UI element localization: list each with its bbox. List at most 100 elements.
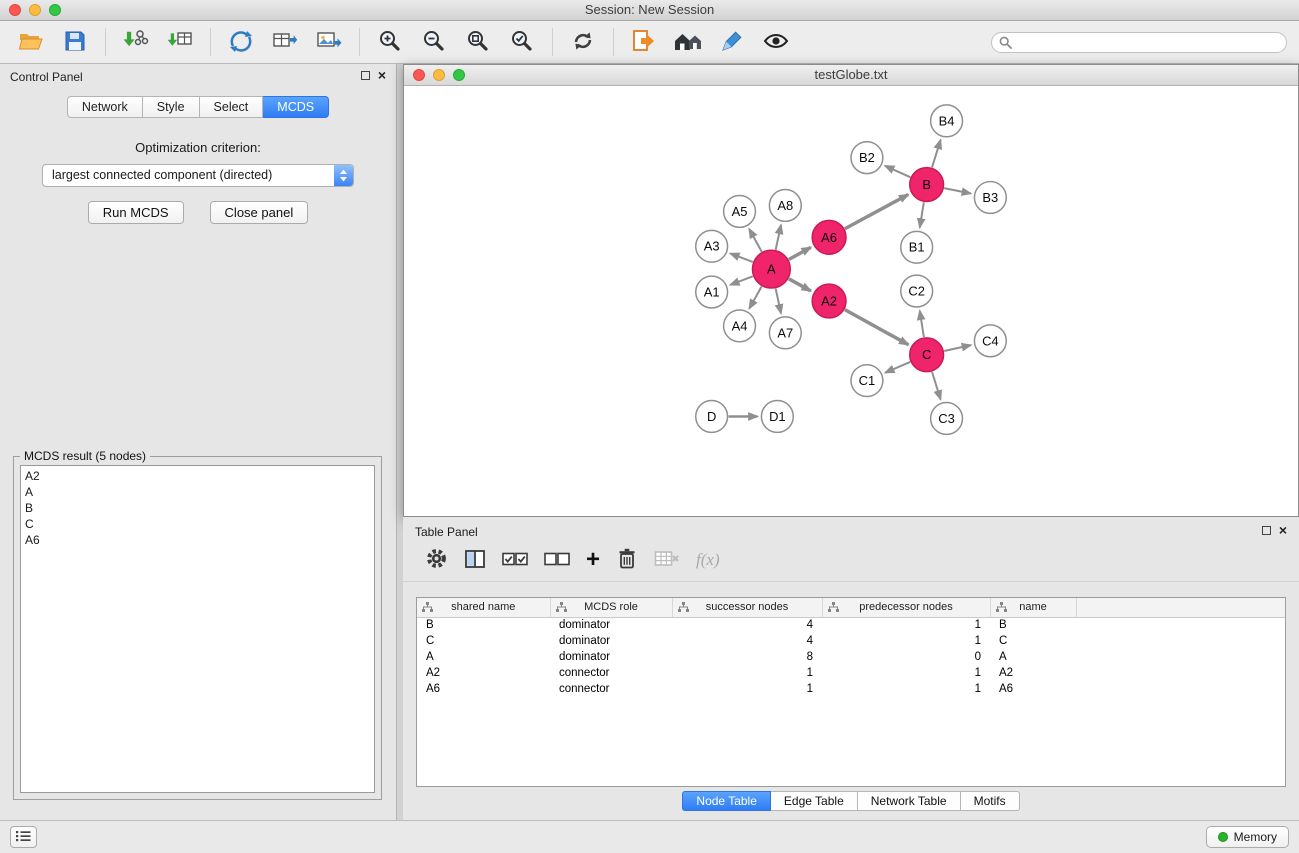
edge-C-C4[interactable] xyxy=(944,345,971,351)
table-cell[interactable]: 1 xyxy=(672,665,822,681)
network-graph[interactable]: AA6A2BCA5A8A3A1A4A7B2B4B3B1C2C1C4C3DD1 xyxy=(404,87,1298,516)
node-B1[interactable]: B1 xyxy=(901,231,933,263)
minimize-window-button[interactable] xyxy=(29,4,41,16)
node-B3[interactable]: B3 xyxy=(974,182,1006,214)
node-A6[interactable]: A6 xyxy=(812,220,846,254)
mcds-result-item[interactable]: A6 xyxy=(21,532,374,548)
tab-select[interactable]: Select xyxy=(200,96,264,118)
edge-A-A7[interactable] xyxy=(776,289,781,314)
close-panel-icon[interactable]: × xyxy=(1279,525,1287,535)
close-window-button[interactable] xyxy=(9,4,21,16)
node-B4[interactable]: B4 xyxy=(931,105,963,137)
optimization-criterion-select[interactable]: largest connected component (directed) xyxy=(42,164,354,187)
import-table-button[interactable] xyxy=(161,24,199,60)
function-builder-button[interactable]: f(x) xyxy=(696,547,720,573)
edge-C-C1[interactable] xyxy=(885,362,910,373)
select-all-button[interactable] xyxy=(502,547,528,573)
new-network-button[interactable] xyxy=(222,24,260,60)
network-window-titlebar[interactable]: testGlobe.txt xyxy=(404,65,1298,86)
network-zoom-button[interactable] xyxy=(453,69,465,81)
open-document-button[interactable] xyxy=(625,24,663,60)
edge-C-C3[interactable] xyxy=(932,372,941,400)
edge-A-A8[interactable] xyxy=(776,225,781,250)
home-button[interactable] xyxy=(669,24,707,60)
table-cell[interactable]: 1 xyxy=(822,617,990,633)
tab-edge-table[interactable]: Edge Table xyxy=(771,791,858,811)
network-minimize-button[interactable] xyxy=(433,69,445,81)
table-cell[interactable]: connector xyxy=(550,665,672,681)
table-row[interactable]: A2connector11A2 xyxy=(417,665,1285,681)
node-D1[interactable]: D1 xyxy=(761,401,793,433)
edge-A-A5[interactable] xyxy=(749,229,762,252)
column-header-predecessor-nodes[interactable]: predecessor nodes xyxy=(822,598,990,617)
table-cell[interactable]: 0 xyxy=(822,649,990,665)
tab-mcds[interactable]: MCDS xyxy=(263,96,329,118)
float-panel-icon[interactable] xyxy=(1262,526,1271,535)
table-settings-button[interactable] xyxy=(425,547,448,573)
table-cell[interactable]: B xyxy=(417,617,550,633)
add-column-button[interactable]: + xyxy=(586,547,600,573)
close-panel-button[interactable]: Close panel xyxy=(210,201,309,224)
table-cell[interactable]: dominator xyxy=(550,649,672,665)
edge-A-A6[interactable] xyxy=(789,247,811,259)
table-cell[interactable]: 1 xyxy=(822,665,990,681)
node-A3[interactable]: A3 xyxy=(696,230,728,262)
node-A1[interactable]: A1 xyxy=(696,276,728,308)
tab-network[interactable]: Network xyxy=(67,96,143,118)
edge-A-A1[interactable] xyxy=(730,276,752,285)
network-close-button[interactable] xyxy=(413,69,425,81)
table-cell[interactable]: A xyxy=(417,649,550,665)
edge-C-C2[interactable] xyxy=(920,311,924,337)
edge-A-A3[interactable] xyxy=(730,253,752,262)
node-B[interactable]: B xyxy=(910,168,944,202)
zoom-fit-button[interactable] xyxy=(459,24,497,60)
node-C4[interactable]: C4 xyxy=(974,325,1006,357)
edge-A-A2[interactable] xyxy=(789,279,811,291)
table-row[interactable]: Cdominator41C xyxy=(417,633,1285,649)
run-mcds-button[interactable]: Run MCDS xyxy=(88,201,184,224)
node-C2[interactable]: C2 xyxy=(901,275,933,307)
table-cell[interactable]: C xyxy=(990,633,1076,649)
column-header-successor-nodes[interactable]: successor nodes xyxy=(672,598,822,617)
node-D[interactable]: D xyxy=(696,401,728,433)
node-A7[interactable]: A7 xyxy=(769,317,801,349)
zoom-in-button[interactable] xyxy=(371,24,409,60)
import-network-button[interactable] xyxy=(117,24,155,60)
tab-style[interactable]: Style xyxy=(143,96,200,118)
search-input[interactable] xyxy=(991,32,1287,53)
edge-B-B2[interactable] xyxy=(885,166,910,177)
close-panel-icon[interactable]: × xyxy=(378,70,386,80)
mcds-result-item[interactable]: A xyxy=(21,484,374,500)
node-C[interactable]: C xyxy=(910,338,944,372)
table-cell[interactable]: 1 xyxy=(822,681,990,697)
node-A5[interactable]: A5 xyxy=(724,195,756,227)
show-hide-button[interactable] xyxy=(757,24,795,60)
table-cell[interactable]: A2 xyxy=(990,665,1076,681)
table-cell[interactable]: dominator xyxy=(550,633,672,649)
node-B2[interactable]: B2 xyxy=(851,142,883,174)
zoom-window-button[interactable] xyxy=(49,4,61,16)
edge-A6-B[interactable] xyxy=(845,194,908,228)
table-row[interactable]: A6connector11A6 xyxy=(417,681,1285,697)
tab-node-table[interactable]: Node Table xyxy=(682,791,771,811)
float-panel-icon[interactable] xyxy=(361,71,370,80)
edge-A2-C[interactable] xyxy=(845,310,909,345)
node-A[interactable]: A xyxy=(752,250,790,288)
mcds-result-item[interactable]: B xyxy=(21,500,374,516)
zoom-out-button[interactable] xyxy=(415,24,453,60)
network-canvas[interactable]: AA6A2BCA5A8A3A1A4A7B2B4B3B1C2C1C4C3DD1 xyxy=(404,87,1298,516)
mcds-result-list[interactable]: A2ABCA6 xyxy=(20,465,375,793)
save-session-button[interactable] xyxy=(56,24,94,60)
export-image-button[interactable] xyxy=(310,24,348,60)
table-cell[interactable]: 8 xyxy=(672,649,822,665)
show-columns-button[interactable] xyxy=(464,547,486,573)
column-header-name[interactable]: name xyxy=(990,598,1076,617)
column-header-mcds-role[interactable]: MCDS role xyxy=(550,598,672,617)
table-cell[interactable]: dominator xyxy=(550,617,672,633)
export-table-button[interactable] xyxy=(266,24,304,60)
table-cell[interactable]: A6 xyxy=(990,681,1076,697)
annotation-button[interactable] xyxy=(713,24,751,60)
mcds-result-item[interactable]: A2 xyxy=(21,468,374,484)
table-cell[interactable]: 1 xyxy=(672,681,822,697)
apply-layout-button[interactable] xyxy=(564,24,602,60)
